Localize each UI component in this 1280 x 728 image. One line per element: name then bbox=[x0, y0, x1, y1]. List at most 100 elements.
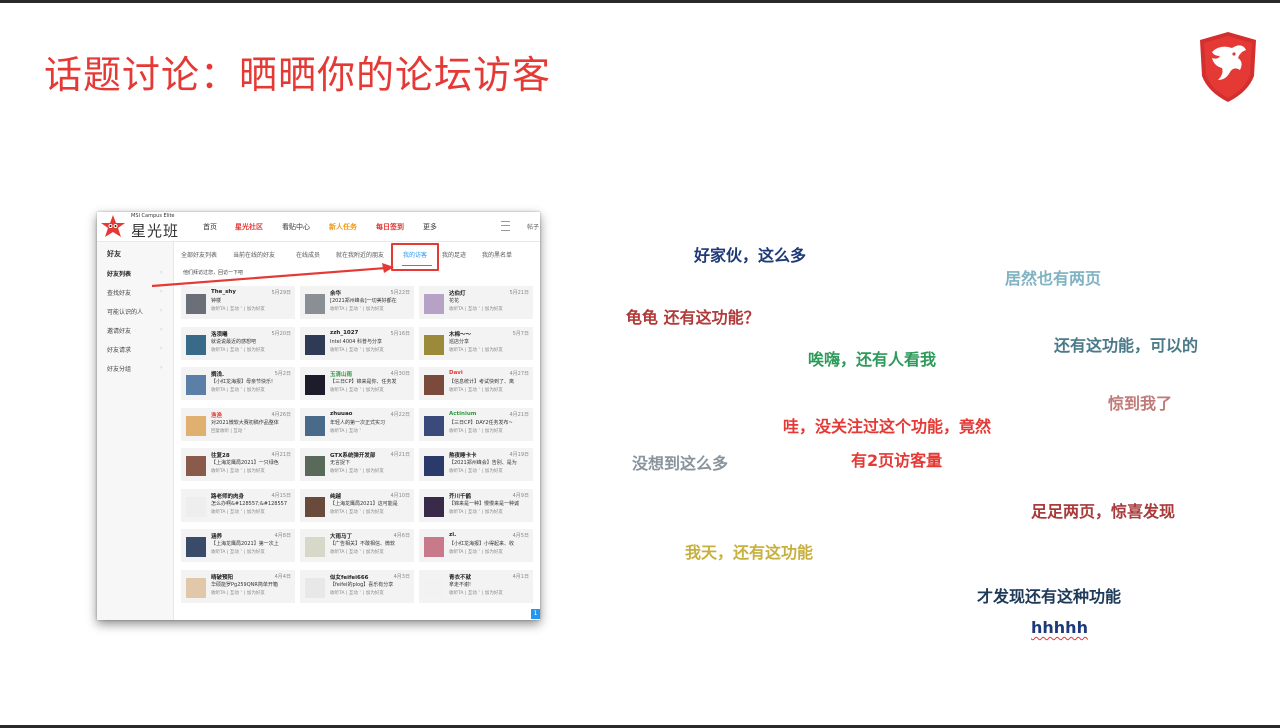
visitor-latest-post[interactable]: 【feifei的plog】喜乐有分享 bbox=[330, 581, 410, 588]
visitor-name[interactable]: 青衣不就 bbox=[449, 573, 471, 581]
visitor-card[interactable]: 涵养 4月8日 【上海龙鹰局2021】第一次上 收听TA | 互动 ˅ | 加为好友 bbox=[181, 529, 295, 562]
sidebar-item[interactable]: 邀请好友 bbox=[107, 326, 131, 335]
visitor-card[interactable]: 搁浅. 5月2日 【小红龙海报】母亲节快乐! 收听TA | 互动 ˅ | 加为好友 bbox=[181, 367, 295, 400]
avatar[interactable] bbox=[186, 294, 206, 314]
visitor-card[interactable]: 熬夜睡卡卡 4月19日 【2021郑州峰会】告别、是为 收听TA | 互动 ˅ | 加… bbox=[419, 448, 533, 481]
page-number-badge[interactable]: 1 bbox=[531, 609, 540, 619]
visitor-name[interactable]: zi. bbox=[449, 532, 456, 538]
sidebar-item[interactable]: 好友请求 bbox=[107, 345, 131, 354]
visitor-latest-post[interactable]: 【三日CP】DAY2任务发布~ bbox=[449, 419, 529, 426]
visitor-latest-post[interactable]: 年轻人的第一次正式实习 bbox=[330, 419, 410, 426]
visitor-latest-post[interactable]: 拿走不谢! bbox=[449, 581, 529, 588]
visitor-card[interactable]: zi. 4月5日 【小红龙海报】小得起来、收 收听TA | 互动 ˅ | 加为好友 bbox=[419, 529, 533, 562]
avatar[interactable] bbox=[305, 294, 325, 314]
visitor-latest-post[interactable]: 怎么办啊&#128557;&#128557 bbox=[211, 500, 291, 507]
visitor-actions[interactable]: 收听TA | 互动 ˅ | 加为好友 bbox=[330, 306, 384, 312]
visitor-name[interactable]: 木棉～～ bbox=[449, 330, 471, 338]
visitor-latest-post[interactable]: 【锦来是一种】慢慢来是一种诚 bbox=[449, 500, 529, 507]
avatar[interactable] bbox=[305, 577, 325, 598]
visitor-latest-post[interactable]: 【广告相关】不敢相信、微软 bbox=[330, 540, 410, 547]
visitor-name[interactable]: zhuuao bbox=[330, 411, 352, 417]
nav-item[interactable]: 更多 bbox=[423, 222, 437, 232]
avatar[interactable] bbox=[424, 334, 444, 355]
visitor-name[interactable]: 搁浅. bbox=[211, 370, 224, 378]
visitor-card[interactable]: 渔渔 4月26日 对2021微软大赛初稿作品整体 回复收听 | 互动 ˅ bbox=[181, 407, 295, 441]
avatar[interactable] bbox=[424, 456, 444, 476]
avatar[interactable] bbox=[305, 456, 325, 476]
visitor-actions[interactable]: 收听TA | 互动 ˅ | 加为好友 bbox=[330, 590, 384, 596]
visitor-latest-post[interactable]: 【小红龙海报】母亲节快乐! bbox=[211, 378, 291, 385]
visitor-name[interactable]: GTX系统弹开发部 bbox=[330, 451, 375, 459]
list-icon[interactable] bbox=[501, 221, 510, 231]
visitor-name[interactable]: Actinium bbox=[449, 411, 476, 417]
visitor-card[interactable]: 纯越 4月10日 【上海龙鹰局2021】这可能是 收听TA | 互动 ˅ | 加为好友 bbox=[300, 488, 414, 522]
visitor-name[interactable]: 涵养 bbox=[211, 532, 222, 540]
visitor-latest-post[interactable]: 【信息统计】考试快到了、离 bbox=[449, 378, 529, 385]
visitor-card[interactable]: 青衣不就 4月1日 拿走不谢! 收听TA | 互动 ˅ | 加为好友 bbox=[419, 569, 533, 603]
nav-item[interactable]: 星光社区 bbox=[235, 222, 263, 232]
visitor-card[interactable]: 芥川千鹤 4月9日 【锦来是一种】慢慢来是一种诚 收听TA | 互动 ˅ | 加为好友 bbox=[419, 488, 533, 522]
visitor-latest-post[interactable]: 钟楼 bbox=[211, 297, 291, 304]
sidebar-item[interactable]: 好友分组 bbox=[107, 364, 131, 373]
visitor-card[interactable]: GTX系统弹开发部 4月21日 无言捉下 收听TA | 互动 ˅ | 加为好友 bbox=[300, 448, 414, 481]
visitor-latest-post[interactable]: 就说说最近的感想吧 bbox=[211, 338, 291, 345]
visitor-latest-post[interactable]: 【三日CP】锦来是你、任务发 bbox=[330, 378, 410, 385]
nav-item[interactable]: 新人任务 bbox=[329, 222, 357, 232]
visitor-card[interactable]: 洛须曦 5月20日 就说说最近的感想吧 收听TA | 互动 ˅ | 加为好友 bbox=[181, 326, 295, 360]
visitor-actions[interactable]: 收听TA | 互动 ˅ | 加为好友 bbox=[449, 306, 503, 312]
sidebar-item[interactable]: 好友列表 bbox=[107, 269, 131, 278]
visitor-actions[interactable]: 收听TA | 互动 ˅ | 加为好友 bbox=[211, 347, 265, 353]
avatar[interactable] bbox=[424, 537, 444, 557]
visitor-latest-post[interactable]: [2021郑州峰会]一切美好都在 bbox=[330, 297, 410, 304]
visitor-card[interactable]: zhuuao 4月22日 年轻人的第一次正式实习 收听TA | 互动 ˅ bbox=[300, 407, 414, 441]
visitor-name[interactable]: 往复28 bbox=[211, 451, 230, 459]
avatar[interactable] bbox=[186, 577, 206, 598]
visitor-latest-post[interactable]: 华硕能罗Pg259QNR简单开箱 bbox=[211, 581, 291, 588]
visitor-latest-post[interactable]: Intel 4004 科普与分享 bbox=[330, 338, 410, 345]
visitor-actions[interactable]: 收听TA | 互动 ˅ | 加为好友 bbox=[449, 347, 503, 353]
visitor-latest-post[interactable]: 对2021微软大赛初稿作品整体 bbox=[211, 419, 291, 426]
visitor-card[interactable]: 达伯灯 5月21日 花花 收听TA | 互动 ˅ | 加为好友 bbox=[419, 286, 533, 319]
visitor-latest-post[interactable]: 【小红龙海报】小得起来、收 bbox=[449, 540, 529, 547]
visitor-latest-post[interactable]: 【上海龙鹰局2021】第一次上 bbox=[211, 540, 291, 547]
visitor-name[interactable]: Davi bbox=[449, 370, 463, 376]
visitor-name[interactable]: zzh_1027 bbox=[330, 330, 358, 336]
sidebar-item[interactable]: 可能认识的人 bbox=[107, 307, 143, 316]
avatar[interactable] bbox=[424, 294, 444, 314]
nav-post-link[interactable]: 帖子 bbox=[527, 222, 539, 231]
visitor-name[interactable]: 渔渔 bbox=[211, 411, 222, 419]
avatar[interactable] bbox=[305, 537, 325, 557]
tab[interactable]: 我的足迹 bbox=[442, 250, 466, 259]
visitor-actions[interactable]: 收听TA | 互动 ˅ | 加为好友 bbox=[211, 590, 265, 596]
visitor-latest-post[interactable]: 巡店分享 bbox=[449, 338, 529, 345]
visitor-name[interactable]: 达伯灯 bbox=[449, 289, 466, 297]
visitor-name[interactable]: 大雨马丁 bbox=[330, 532, 352, 540]
visitor-name[interactable]: 似女feifei666 bbox=[330, 573, 369, 581]
avatar[interactable] bbox=[305, 496, 325, 517]
avatar[interactable] bbox=[424, 577, 444, 598]
visitor-actions[interactable]: 收听TA | 互动 ˅ | 加为好友 bbox=[449, 428, 503, 434]
avatar[interactable] bbox=[424, 375, 444, 395]
avatar[interactable] bbox=[424, 496, 444, 517]
visitor-name[interactable]: 芥川千鹤 bbox=[449, 492, 471, 500]
visitor-card[interactable]: zzh_1027 5月16日 Intel 4004 科普与分享 收听TA | 互动 ˅… bbox=[300, 326, 414, 360]
visitor-actions[interactable]: 收听TA | 互动 ˅ | 加为好友 bbox=[211, 387, 265, 393]
visitor-actions[interactable]: 收听TA | 互动 ˅ | 加为好友 bbox=[330, 387, 384, 393]
visitor-latest-post[interactable]: 【2021郑州峰会】告别、是为 bbox=[449, 459, 529, 466]
visitor-name[interactable]: 玉清山雨 bbox=[330, 370, 352, 378]
visitor-name[interactable]: 纯越 bbox=[330, 492, 341, 500]
tab[interactable]: 在线成员 bbox=[296, 250, 320, 259]
avatar[interactable] bbox=[186, 496, 206, 517]
visitor-card[interactable]: Actinium 4月21日 【三日CP】DAY2任务发布~ 收听TA | 互动 ˅ … bbox=[419, 407, 533, 441]
tab[interactable]: 全部好友列表 bbox=[181, 250, 217, 259]
visitor-name[interactable]: 路老师的肉身 bbox=[211, 492, 244, 500]
tab[interactable]: 我的黑名单 bbox=[482, 250, 512, 259]
avatar[interactable] bbox=[186, 375, 206, 395]
visitor-latest-post[interactable]: 花花 bbox=[449, 297, 529, 304]
visitor-actions[interactable]: 收听TA | 互动 ˅ | 加为好友 bbox=[330, 509, 384, 515]
visitor-actions[interactable]: 收听TA | 互动 ˅ | 加为好友 bbox=[449, 387, 503, 393]
avatar[interactable] bbox=[305, 375, 325, 395]
visitor-name[interactable]: 洛须曦 bbox=[211, 330, 228, 338]
tab[interactable]: 就在我附近的朋友 bbox=[336, 250, 384, 259]
visitor-actions[interactable]: 收听TA | 互动 ˅ | 加为好友 bbox=[330, 347, 384, 353]
